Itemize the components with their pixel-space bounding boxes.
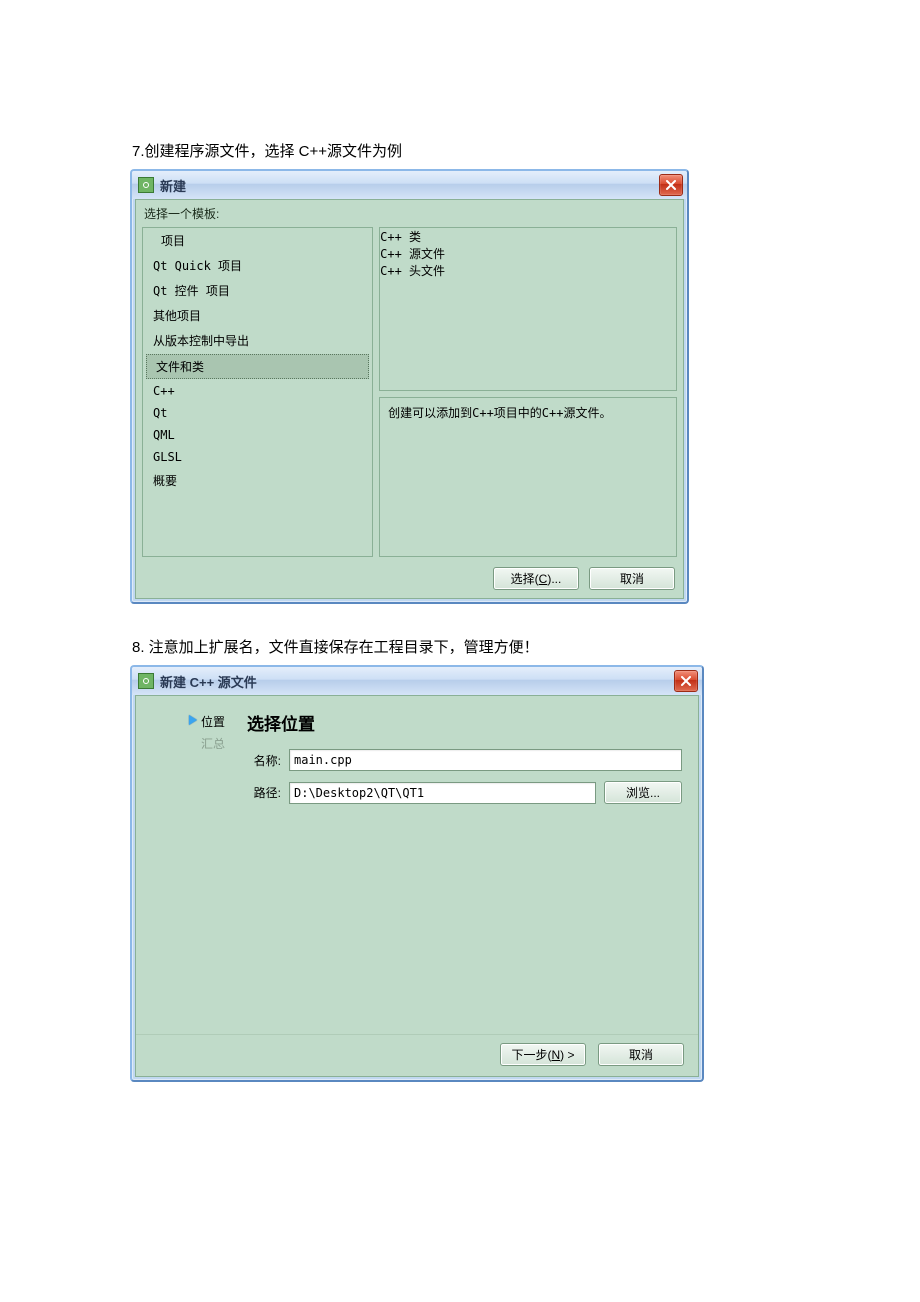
category-item[interactable]: 概要 (143, 468, 372, 493)
next-button[interactable]: 下一步(N) > (500, 1043, 586, 1066)
category-list[interactable]: 项目Qt Quick 项目Qt 控件 项目其他项目从版本控制中导出文件和类C++… (142, 227, 373, 557)
wizard-step-location: 位置 (150, 710, 225, 732)
category-item[interactable]: 文件和类 (146, 354, 369, 379)
template-label: 选择一个模板: (136, 200, 683, 227)
titlebar[interactable]: 新建 C++ 源文件 (132, 667, 702, 695)
name-label: 名称: (247, 752, 281, 769)
browse-button[interactable]: 浏览... (604, 781, 682, 804)
template-list[interactable]: C++ 类C++ 源文件C++ 头文件 (379, 227, 677, 391)
step-label: 汇总 (201, 735, 225, 752)
dialog-buttons: 选择(C)... 取消 (136, 563, 683, 598)
qt-logo-icon (138, 673, 154, 689)
path-label: 路径: (247, 784, 281, 801)
qt-logo-icon (138, 177, 154, 193)
category-item[interactable]: Qt 控件 项目 (143, 278, 372, 303)
category-item[interactable]: QML (143, 424, 372, 446)
template-item[interactable]: C++ 源文件 (380, 245, 676, 262)
dialog-new-cpp-source: 新建 C++ 源文件 位置 汇总 选择位置 (130, 665, 704, 1082)
category-item[interactable]: C++ (143, 380, 372, 402)
choose-button[interactable]: 选择(C)... (493, 567, 579, 590)
category-item[interactable]: 其他项目 (143, 303, 372, 328)
current-step-arrow-icon (189, 714, 197, 728)
template-item[interactable]: C++ 类 (380, 228, 676, 245)
category-item[interactable]: 从版本控制中导出 (143, 328, 372, 353)
template-item[interactable]: C++ 头文件 (380, 262, 676, 279)
wizard-steps-sidebar: 位置 汇总 (150, 710, 225, 1024)
category-item[interactable]: Qt (143, 402, 372, 424)
window-title: 新建 C++ 源文件 (160, 672, 257, 691)
wizard-step-summary: 汇总 (150, 732, 225, 754)
template-description: 创建可以添加到C++项目中的C++源文件。 (379, 397, 677, 557)
close-icon[interactable] (674, 670, 698, 692)
titlebar[interactable]: 新建 (132, 171, 687, 199)
category-item[interactable]: 项目 (143, 228, 372, 253)
window-title: 新建 (160, 176, 186, 195)
cancel-button[interactable]: 取消 (598, 1043, 684, 1066)
wizard-buttons: 下一步(N) > 取消 (136, 1034, 698, 1076)
close-icon[interactable] (659, 174, 683, 196)
step8-caption: 8. 注意加上扩展名，文件直接保存在工程目录下，管理方便！ (132, 636, 790, 657)
dialog-new: 新建 选择一个模板: 项目Qt Quick 项目Qt 控件 项目其他项目从版本控… (130, 169, 689, 604)
path-field[interactable] (289, 782, 596, 804)
step-label: 位置 (201, 713, 225, 730)
category-item[interactable]: Qt Quick 项目 (143, 253, 372, 278)
category-item[interactable]: GLSL (143, 446, 372, 468)
step7-caption: 7.创建程序源文件，选择 C++源文件为例 (132, 140, 790, 161)
name-field[interactable] (289, 749, 682, 771)
cancel-button[interactable]: 取消 (589, 567, 675, 590)
page-heading: 选择位置 (247, 710, 682, 735)
